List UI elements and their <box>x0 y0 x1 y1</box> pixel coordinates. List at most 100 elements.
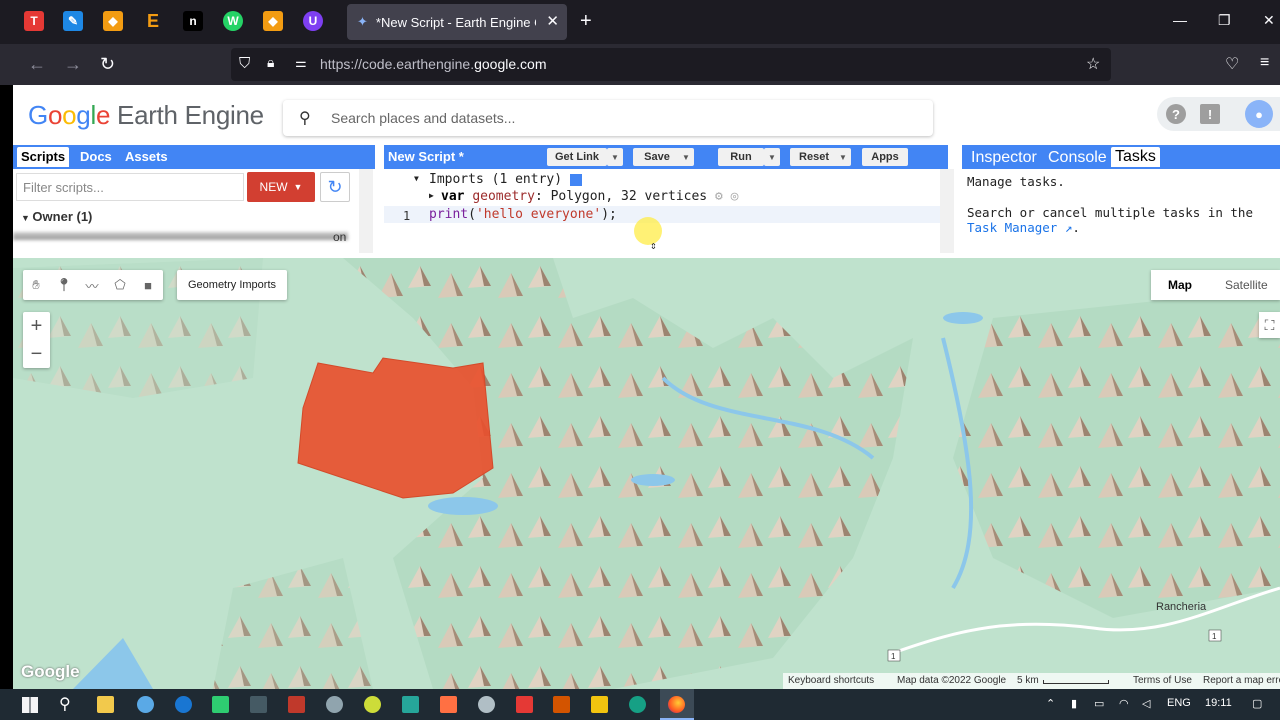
app-icon[interactable] <box>440 696 457 713</box>
bookmark-icon[interactable]: ✎ <box>63 11 83 31</box>
reload-icon[interactable]: ↻ <box>100 54 115 75</box>
delete-geometry-icon[interactable]: ◎ <box>731 189 739 204</box>
bookmark-icon[interactable]: ◆ <box>103 11 123 31</box>
tab-tasks[interactable]: Tasks <box>1111 147 1160 167</box>
code-editor[interactable]: ▼ Imports (1 entry) ▶ var geometry: Poly… <box>384 169 954 253</box>
draw-rectangle-icon[interactable]: ■ <box>139 276 157 294</box>
new-tab-icon[interactable]: + <box>580 10 592 33</box>
app-icon[interactable] <box>591 696 608 713</box>
zoom-in-button[interactable]: + <box>23 312 50 340</box>
app-icon[interactable] <box>478 696 495 713</box>
filter-scripts-input[interactable] <box>16 173 244 201</box>
report-error-link[interactable]: Report a map error <box>1203 675 1280 686</box>
resize-handle-icon[interactable]: ⇕ <box>650 239 657 252</box>
bookmark-icon[interactable]: E <box>143 11 163 31</box>
search-box[interactable]: ⚲ <box>283 100 933 136</box>
refresh-icon[interactable]: ↻ <box>320 172 350 202</box>
geometry-import-line[interactable]: var geometry: Polygon, 32 vertices ⚙ ◎ <box>441 189 738 204</box>
bookmark-icon[interactable]: ◆ <box>263 11 283 31</box>
pocket-icon[interactable]: ♡ <box>1225 54 1239 74</box>
get-link-dropdown-icon[interactable]: ▼ <box>607 148 623 166</box>
search-icon[interactable]: ⚲ <box>59 694 71 714</box>
help-icon[interactable]: ? <box>1166 104 1186 124</box>
active-tab[interactable]: ✦ *New Script - Earth Engine Code Editor… <box>347 4 567 40</box>
collapse-imports-icon[interactable]: ▼ <box>414 174 419 183</box>
reset-button[interactable]: Reset <box>790 148 838 166</box>
draw-polygon-icon[interactable]: ⬠ <box>111 276 129 294</box>
acrobat-icon[interactable] <box>516 696 533 713</box>
grammarly-icon[interactable] <box>629 696 646 713</box>
forward-icon[interactable]: → <box>64 54 82 75</box>
scale-text[interactable]: 5 km <box>1017 675 1039 686</box>
task-manager-link[interactable]: Task Manager <box>967 220 1057 235</box>
tab-docs[interactable]: Docs <box>80 149 112 164</box>
external-link-icon[interactable]: ↗ <box>1057 220 1073 235</box>
url-bar[interactable]: ⛉ 🔒︎ ⚌ https://code.earthengine.google.c… <box>231 48 1111 81</box>
clock[interactable]: 19:11 <box>1205 697 1232 709</box>
google-earth-engine-logo[interactable]: Google Earth Engine <box>28 100 264 131</box>
fullscreen-icon[interactable]: ⛶ <box>1259 312 1280 338</box>
whatsapp-icon[interactable]: W <box>223 11 243 31</box>
draw-line-icon[interactable]: 〰 <box>83 276 101 294</box>
keyboard-shortcuts-link[interactable]: Keyboard shortcuts <box>788 675 874 686</box>
app-icon[interactable] <box>288 696 305 713</box>
battery-icon[interactable]: ▭ <box>1094 697 1104 710</box>
bookmark-star-icon[interactable]: ☆ <box>1086 54 1100 74</box>
app-icon[interactable] <box>364 696 381 713</box>
tab-scripts[interactable]: Scripts <box>17 147 70 167</box>
notifications-icon[interactable]: ▢ <box>1252 697 1262 710</box>
reset-dropdown-icon[interactable]: ▼ <box>835 148 851 166</box>
tab-inspector[interactable]: Inspector <box>971 149 1037 167</box>
file-explorer-icon[interactable] <box>97 696 114 713</box>
app-icon[interactable] <box>137 696 154 713</box>
permissions-icon[interactable]: ⚌ <box>295 55 307 71</box>
edit-geometry-icon[interactable]: ⚙ <box>715 189 723 204</box>
map-view[interactable]: 1 1 ✋︎ 📍︎ 〰 ⬠ ■ Geometry Imports + − Map… <box>13 258 1280 689</box>
get-link-button[interactable]: Get Link <box>547 148 607 166</box>
language-indicator[interactable]: ENG <box>1167 697 1191 709</box>
save-dropdown-icon[interactable]: ▼ <box>678 148 694 166</box>
shield-icon[interactable]: ⛉ <box>239 55 250 72</box>
owner-folder[interactable]: ▼ Owner (1) <box>21 209 92 224</box>
tab-assets[interactable]: Assets <box>125 149 168 164</box>
bookmark-icon[interactable]: U <box>303 11 323 31</box>
run-dropdown-icon[interactable]: ▼ <box>764 148 780 166</box>
imports-table-icon[interactable] <box>569 173 582 186</box>
close-tab-icon[interactable]: ✕ <box>546 12 559 30</box>
close-window-icon[interactable]: ✕ <box>1263 12 1275 29</box>
save-button[interactable]: Save <box>633 148 681 166</box>
volume-icon[interactable]: ◁ <box>1142 697 1150 710</box>
imports-line[interactable]: Imports (1 entry) <box>429 172 582 187</box>
geometry-imports-button[interactable]: Geometry Imports <box>177 270 287 300</box>
app-icon[interactable] <box>326 696 343 713</box>
lock-icon[interactable]: 🔒︎ <box>267 54 274 71</box>
apps-button[interactable]: Apps <box>862 148 908 166</box>
minimize-icon[interactable]: — <box>1173 12 1187 28</box>
expand-geometry-icon[interactable]: ▶ <box>429 191 434 200</box>
code-line-1[interactable]: print('hello everyone'); <box>429 207 617 222</box>
wifi-icon[interactable]: ◠ <box>1119 697 1129 710</box>
usb-icon[interactable]: ▮ <box>1071 697 1077 710</box>
map-type-satellite[interactable]: Satellite <box>1225 278 1268 292</box>
editor-scrollbar[interactable] <box>940 169 954 253</box>
restore-icon[interactable]: ❐ <box>1218 12 1231 29</box>
search-input[interactable] <box>331 100 911 136</box>
powerpoint-icon[interactable] <box>553 696 570 713</box>
zoom-out-button[interactable]: − <box>23 340 50 368</box>
app-icon[interactable] <box>212 696 229 713</box>
firefox-icon[interactable] <box>660 689 694 720</box>
run-button[interactable]: Run <box>718 148 764 166</box>
account-avatar-icon[interactable]: ● <box>1245 100 1273 128</box>
new-script-button[interactable]: NEW ▼ <box>247 172 315 202</box>
menu-icon[interactable]: ≡ <box>1260 54 1269 72</box>
bookmark-icon[interactable]: n <box>183 11 203 31</box>
windows-start-icon[interactable] <box>22 697 38 713</box>
app-icon[interactable] <box>402 696 419 713</box>
back-icon[interactable]: ← <box>28 54 46 75</box>
scripts-scrollbar[interactable] <box>359 169 373 253</box>
map-type-map[interactable]: Map <box>1168 278 1192 292</box>
draw-point-icon[interactable]: 📍︎ <box>55 276 73 294</box>
feedback-icon[interactable]: ! <box>1200 104 1220 124</box>
terms-link[interactable]: Terms of Use <box>1133 675 1192 686</box>
hand-pan-icon[interactable]: ✋︎ <box>27 276 45 294</box>
